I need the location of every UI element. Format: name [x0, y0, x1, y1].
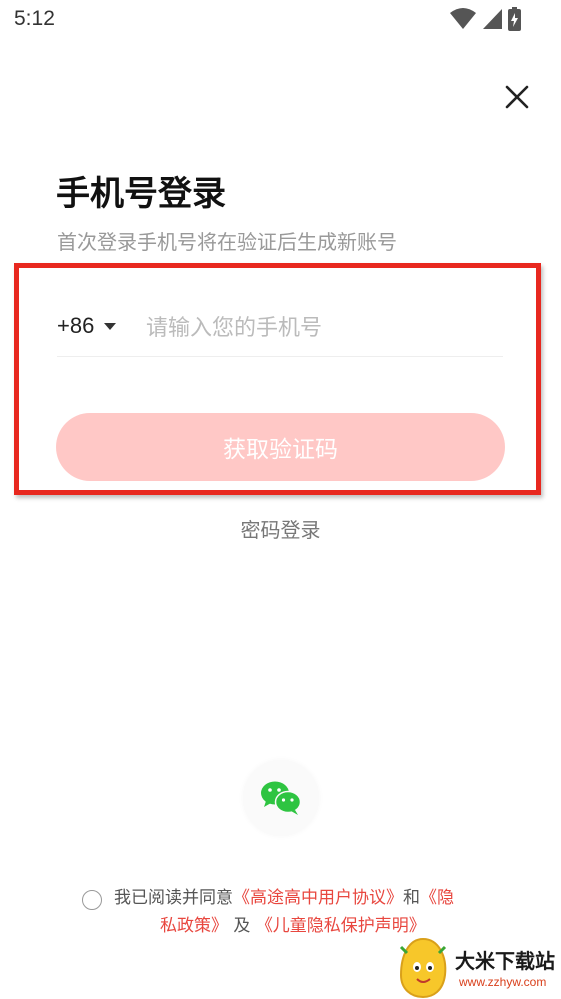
page-title: 手机号登录 [56, 174, 226, 214]
privacy-policy-link-part2[interactable]: 私政策》 [160, 916, 228, 936]
battery-charging-icon [508, 7, 521, 35]
get-verification-code-button[interactable]: 获取验证码 [56, 413, 505, 481]
password-login-link[interactable]: 密码登录 [0, 514, 561, 543]
phone-number-input[interactable] [146, 308, 502, 348]
user-agreement-link[interactable]: 《高途高中用户协议》 [233, 888, 403, 908]
agreement-checkbox[interactable] [82, 890, 102, 910]
wifi-icon [450, 8, 476, 34]
agreement-and: 和 [403, 888, 420, 908]
privacy-policy-link-part1[interactable]: 《隐 [420, 888, 454, 908]
mascot-logo-icon [399, 937, 447, 999]
watermark-name: 大米下载站 [455, 949, 555, 973]
status-time: 5:12 [14, 7, 55, 30]
status-bar: 5:12 [0, 0, 561, 40]
agreement-prefix: 我已阅读并同意 [114, 888, 233, 908]
country-code-label: +86 [57, 313, 95, 338]
agreement-text: 我已阅读并同意《高途高中用户协议》和《隐 私政策》 及 《儿童隐私保护声明》 [114, 884, 514, 940]
phone-input-underline [57, 356, 503, 357]
child-privacy-link[interactable]: 《儿童隐私保护声明》 [256, 916, 426, 936]
close-button[interactable] [500, 80, 534, 114]
agreement-and2: 及 [233, 916, 251, 936]
wechat-icon [261, 781, 302, 815]
close-icon [505, 85, 529, 109]
caret-down-icon [104, 322, 117, 330]
page-subtitle: 首次登录手机号将在验证后生成新账号 [57, 230, 397, 254]
status-icons [450, 7, 521, 35]
wechat-login-button[interactable] [243, 760, 319, 836]
cellular-signal-icon [482, 8, 502, 34]
watermark-url: www.zzhyw.com [459, 975, 547, 989]
watermark-logo: 大米下载站 www.zzhyw.com [395, 935, 561, 999]
country-code-selector[interactable]: +86 [57, 313, 117, 339]
